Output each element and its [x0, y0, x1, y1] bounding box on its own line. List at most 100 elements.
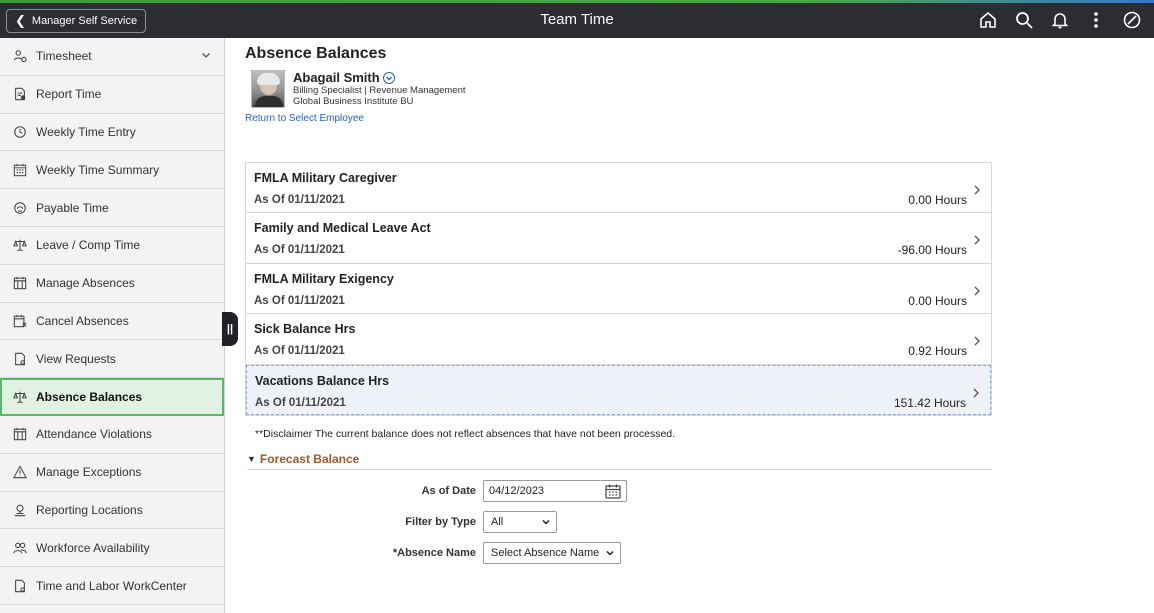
scale-icon	[12, 389, 28, 405]
search-icon[interactable]	[1006, 7, 1042, 33]
balance-row[interactable]: FMLA Military Caregiver As Of 01/11/2021 0…	[246, 163, 991, 214]
header-actions	[970, 7, 1150, 33]
warning-icon	[12, 464, 28, 480]
sidebar-item-timesheet[interactable]: Timesheet	[0, 38, 224, 76]
absence-name-row: *Absence Name Select Absence Name	[245, 541, 1145, 564]
sidebar-item-attendance-violations[interactable]: Attendance Violations	[0, 416, 224, 454]
balance-name: Sick Balance Hrs	[254, 322, 356, 337]
sidebar-item-manage-exceptions[interactable]: Manage Exceptions	[0, 454, 224, 492]
chevron-right-icon	[972, 387, 980, 402]
chevron-left-icon: ❮	[15, 13, 26, 28]
sidebar-item-label: Workforce Availability	[36, 540, 150, 555]
sidebar-item-label: Payable Time	[36, 200, 109, 215]
sidebar-item-weekly-time-summary[interactable]: Weekly Time Summary	[0, 151, 224, 190]
header-accent-stripe	[0, 0, 1154, 3]
sidebar-item-label: Absence Balances	[36, 390, 143, 405]
as-of-date-row: As of Date 04/12/2023	[245, 479, 1145, 502]
document-icon	[12, 351, 28, 367]
calendar-icon	[12, 426, 28, 442]
employee-job: Billing Specialist | Revenue Management	[293, 85, 466, 96]
back-button-label: Manager Self Service	[31, 15, 138, 27]
chevron-down-icon[interactable]	[200, 49, 212, 61]
calendar-icon	[12, 275, 28, 291]
chevron-right-icon	[973, 335, 981, 350]
sidebar-item-view-requests[interactable]: View Requests	[0, 340, 224, 379]
chevron-down-icon	[606, 550, 614, 556]
sidebar-item-label: Weekly Time Entry	[36, 124, 136, 139]
employee-name-row: Abagail Smith	[293, 70, 466, 85]
chevron-down-icon	[542, 519, 550, 525]
scale-icon	[12, 237, 28, 253]
sidebar-item-report-time[interactable]: Report Time	[0, 76, 224, 114]
sidebar-item-payable-time[interactable]: Payable Time	[0, 189, 224, 227]
sidebar-item-label: Time and Labor WorkCenter	[36, 578, 187, 593]
chevron-right-icon	[973, 234, 981, 249]
as-of-date-label: As of Date	[421, 484, 476, 497]
sidebar-item-reporting-locations[interactable]: Reporting Locations	[0, 492, 224, 530]
back-button[interactable]: ❮ Manager Self Service	[6, 9, 146, 33]
location-icon	[12, 502, 28, 518]
page-title: Absence Balances	[245, 45, 387, 62]
more-icon[interactable]	[1078, 7, 1114, 33]
balance-as-of: As Of 01/11/2021	[254, 244, 345, 257]
forecast-balance-title: Forecast Balance	[259, 451, 360, 466]
balance-list: FMLA Military Caregiver As Of 01/11/2021 0…	[245, 162, 992, 416]
balance-row[interactable]: Sick Balance Hrs As Of 01/11/2021 0.92 Hou…	[246, 314, 991, 365]
as-of-date-field[interactable]: 04/12/2023	[483, 479, 627, 502]
people-icon	[12, 540, 28, 556]
balance-value: 0.00 Hours	[908, 293, 967, 308]
balance-row[interactable]: Family and Medical Leave Act As Of 01/11/…	[246, 213, 991, 264]
balance-value: 0.00 Hours	[908, 193, 967, 207]
forecast-balance-toggle[interactable]: ▼ Forecast Balance	[247, 452, 992, 470]
sidebar-item-label: Manage Exceptions	[36, 465, 142, 480]
sidebar-item-label: Cancel Absences	[36, 313, 129, 328]
return-to-select-employee-link[interactable]: Return to Select Employee	[245, 113, 364, 124]
sidebar-item-time-and-labor-workcenter[interactable]: Time and Labor WorkCenter	[0, 567, 224, 605]
employee-card: Abagail Smith Billing Specialist | Reven…	[251, 70, 1145, 108]
balance-as-of: As Of 01/11/2021	[254, 294, 345, 307]
sidebar-item-workforce-availability[interactable]: Workforce Availability	[0, 529, 224, 568]
avatar	[251, 70, 285, 108]
sidebar-item-absence-balances[interactable]: Absence Balances	[0, 378, 224, 416]
header-bar: ❮ Manager Self Service Team Time	[0, 0, 1154, 38]
sidebar-item-weekly-time-entry[interactable]: Weekly Time Entry	[0, 114, 224, 152]
bell-icon[interactable]	[1042, 7, 1078, 33]
sidebar-item-label: View Requests	[36, 351, 116, 366]
balance-value: 0.92 Hours	[908, 344, 967, 359]
sidebar-item-manage-absences[interactable]: Manage Absences	[0, 265, 224, 303]
balance-row[interactable]: Vacations Balance Hrs As Of 01/11/2021 151…	[246, 364, 991, 415]
as-of-date-value: 04/12/2023	[489, 484, 545, 497]
chevron-down-icon[interactable]	[382, 71, 395, 84]
report-icon	[12, 86, 28, 102]
sidebar-collapse-handle[interactable]: ||	[222, 312, 238, 346]
main-content: Absence Balances Abagail Smith Billing S…	[245, 38, 1145, 564]
balance-row[interactable]: FMLA Military Exigency As Of 01/11/2021 0.…	[246, 263, 991, 315]
sidebar-item-label: Leave / Comp Time	[36, 238, 141, 253]
absence-name-select[interactable]: Select Absence Name	[483, 541, 621, 564]
balance-as-of: As Of 01/11/2021	[254, 194, 345, 206]
filter-by-type-row: Filter by Type All	[245, 510, 1145, 533]
balance-name: Vacations Balance Hrs	[255, 373, 390, 388]
employee-name: Abagail Smith	[293, 70, 380, 85]
navbar-icon[interactable]	[1114, 7, 1150, 33]
balance-as-of: As Of 01/11/2021	[255, 396, 346, 409]
balance-name: Family and Medical Leave Act	[254, 221, 431, 236]
sidebar-item-label: Report Time	[36, 87, 102, 102]
calendar-grid-icon	[12, 162, 28, 178]
filter-by-type-select[interactable]: All	[483, 510, 557, 533]
calendar-icon[interactable]	[604, 483, 622, 500]
sidebar-item-leave-comp-time[interactable]: Leave / Comp Time	[0, 227, 224, 265]
person-clock-icon	[12, 48, 28, 64]
sidebar-item-cancel-absences[interactable]: Cancel Absences	[0, 303, 224, 341]
balance-value: -96.00 Hours	[897, 243, 967, 258]
clock-icon	[12, 124, 28, 140]
filter-by-type-label: Filter by Type	[405, 515, 476, 528]
absence-name-value: Select Absence Name	[491, 546, 600, 559]
sidebar-item-label: Manage Absences	[36, 276, 135, 291]
employee-business-unit: Global Business Institute BU	[293, 96, 414, 107]
balance-name: FMLA Military Exigency	[254, 271, 394, 286]
sidebar-item-label: Reporting Locations	[36, 502, 143, 517]
absence-name-label: *Absence Name	[392, 546, 476, 559]
home-icon[interactable]	[970, 7, 1006, 33]
balance-name: FMLA Military Caregiver	[254, 171, 397, 185]
